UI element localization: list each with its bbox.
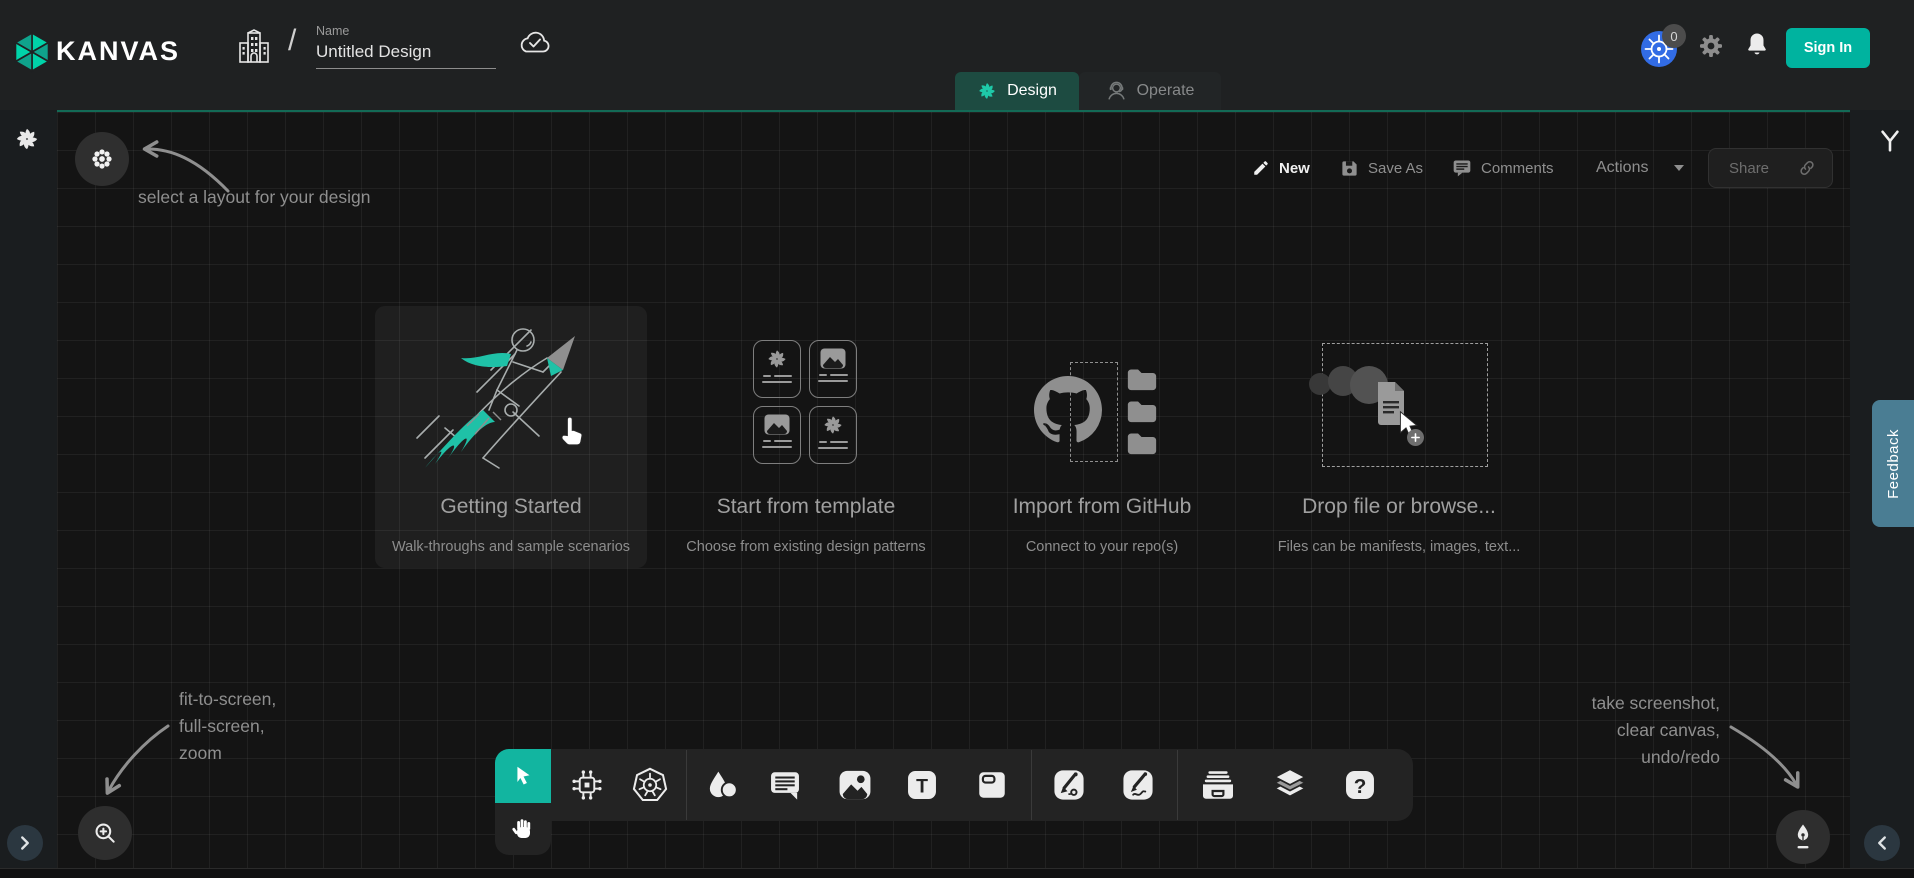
- sign-in-button[interactable]: Sign In: [1786, 28, 1870, 68]
- operate-headset-icon: [1106, 81, 1127, 102]
- comments-icon: [1452, 158, 1472, 178]
- rocket-illustration: [395, 316, 627, 488]
- drop-card-subtitle: Files can be manifests, images, text...: [1269, 539, 1529, 555]
- layout-flower-icon: [89, 146, 115, 172]
- hand-tool-icon: [510, 816, 536, 842]
- new-design-button[interactable]: New: [1252, 150, 1310, 186]
- template-tile: [809, 340, 857, 398]
- screenshot-pen-button[interactable]: [1776, 810, 1830, 864]
- select-arrow-icon: [510, 763, 536, 789]
- feedback-label: Feedback: [1885, 429, 1902, 499]
- kanvas-app: KANVAS / Name: [0, 0, 1914, 878]
- notifications-bell-icon[interactable]: [1745, 31, 1769, 57]
- breadcrumb-separator: /: [288, 24, 296, 58]
- pencil-new-icon: [1252, 159, 1270, 177]
- share-button[interactable]: Share: [1708, 148, 1833, 188]
- layers-tool[interactable]: [1272, 767, 1308, 803]
- pen-nib-icon: [1790, 823, 1816, 851]
- app-header: KANVAS / Name: [0, 0, 1914, 110]
- github-octocat-icon[interactable]: [1034, 376, 1102, 444]
- help-tool-glyph: ?: [1354, 775, 1367, 798]
- tab-design[interactable]: Design: [955, 72, 1079, 110]
- layout-hint-text: select a layout for your design: [138, 184, 371, 211]
- pen-tool[interactable]: [1051, 767, 1087, 803]
- drawer-tool[interactable]: [1200, 767, 1236, 803]
- kanvas-logo-icon[interactable]: [12, 30, 52, 74]
- iris-panel-icon[interactable]: [14, 126, 40, 152]
- collapse-right-panel-button[interactable]: [1864, 825, 1900, 861]
- mode-tabs: Design Operate: [955, 72, 1221, 110]
- shapes-tool[interactable]: [704, 767, 740, 803]
- save-icon: [1340, 159, 1359, 178]
- tab-operate[interactable]: Operate: [1079, 72, 1221, 110]
- image-tool[interactable]: [837, 767, 873, 803]
- template-card-title[interactable]: Start from template: [706, 495, 906, 519]
- repo-folder-icon: [1126, 399, 1158, 423]
- text-tool[interactable]: T: [904, 767, 940, 803]
- template-card-subtitle: Choose from existing design patterns: [686, 539, 926, 555]
- comment-tool[interactable]: [767, 767, 803, 803]
- components-tool[interactable]: [569, 767, 605, 803]
- bottom-strip: [0, 868, 1914, 878]
- slingshot-y-icon[interactable]: [1878, 128, 1902, 154]
- github-card-subtitle: Connect to your repo(s): [1002, 539, 1202, 555]
- iris-icon: [822, 414, 844, 436]
- getting-started-subtitle: Walk-throughs and sample scenarios: [360, 539, 662, 555]
- tab-design-label: Design: [1007, 82, 1057, 100]
- share-label: Share: [1729, 160, 1769, 177]
- toolbar-divider: [1031, 750, 1032, 820]
- image-icon: [764, 414, 790, 435]
- drop-card-title[interactable]: Drop file or browse...: [1289, 495, 1509, 519]
- actions-label: Actions: [1596, 159, 1648, 177]
- text-tool-glyph: T: [916, 775, 928, 797]
- getting-started-title: Getting Started: [375, 495, 647, 519]
- feedback-tab[interactable]: Feedback: [1872, 400, 1914, 527]
- save-as-label: Save As: [1368, 160, 1423, 177]
- credits-badge: 0: [1662, 24, 1686, 48]
- expand-left-panel-button[interactable]: [7, 825, 43, 861]
- template-tile: [753, 340, 801, 398]
- note-tool[interactable]: [974, 767, 1010, 803]
- toolbar-divider: [686, 750, 687, 820]
- add-plus-badge: [1407, 429, 1424, 446]
- help-tool[interactable]: ?: [1342, 767, 1378, 803]
- left-rail: [0, 110, 57, 868]
- save-as-button[interactable]: Save As: [1340, 150, 1423, 186]
- actions-dropdown[interactable]: Actions: [1596, 150, 1685, 186]
- screenshot-hint-text: take screenshot, clear canvas, undo/redo: [1540, 690, 1720, 771]
- chevron-left-icon: [1871, 832, 1893, 854]
- new-label: New: [1279, 160, 1310, 177]
- design-name-label: Name: [316, 24, 349, 38]
- comments-label: Comments: [1481, 160, 1554, 177]
- iris-icon: [766, 348, 788, 370]
- zoom-button[interactable]: [78, 806, 132, 860]
- template-tile: [809, 406, 857, 464]
- repo-folder-icon: [1126, 431, 1158, 455]
- tab-operate-label: Operate: [1137, 82, 1195, 100]
- chevron-right-icon: [14, 832, 36, 854]
- image-icon: [820, 348, 846, 369]
- pencil-tool[interactable]: [1120, 767, 1156, 803]
- github-card-title[interactable]: Import from GitHub: [1002, 495, 1202, 519]
- layout-picker-button[interactable]: [75, 132, 129, 186]
- settings-gear-icon[interactable]: [1698, 33, 1724, 59]
- toolbar-divider: [1177, 750, 1178, 820]
- chevron-down-icon: [1673, 164, 1685, 172]
- organization-icon[interactable]: [236, 28, 272, 66]
- design-name-input[interactable]: [316, 40, 496, 69]
- cloud-saved-icon: [518, 30, 552, 56]
- brand-title: KANVAS: [56, 36, 180, 67]
- hand-cursor-icon: [556, 416, 586, 452]
- repo-folder-icon: [1126, 367, 1158, 391]
- design-iris-icon: [977, 81, 997, 101]
- zoom-hint-text: fit-to-screen, full-screen, zoom: [179, 686, 276, 767]
- comments-button[interactable]: Comments: [1452, 150, 1554, 186]
- magnifier-plus-icon: [92, 820, 118, 846]
- pan-tool[interactable]: [495, 803, 551, 855]
- kubernetes-tool[interactable]: [632, 767, 668, 803]
- template-preview-tiles[interactable]: [753, 340, 859, 464]
- share-link-icon: [1798, 159, 1816, 177]
- template-tile: [753, 406, 801, 464]
- select-tool[interactable]: [495, 749, 551, 803]
